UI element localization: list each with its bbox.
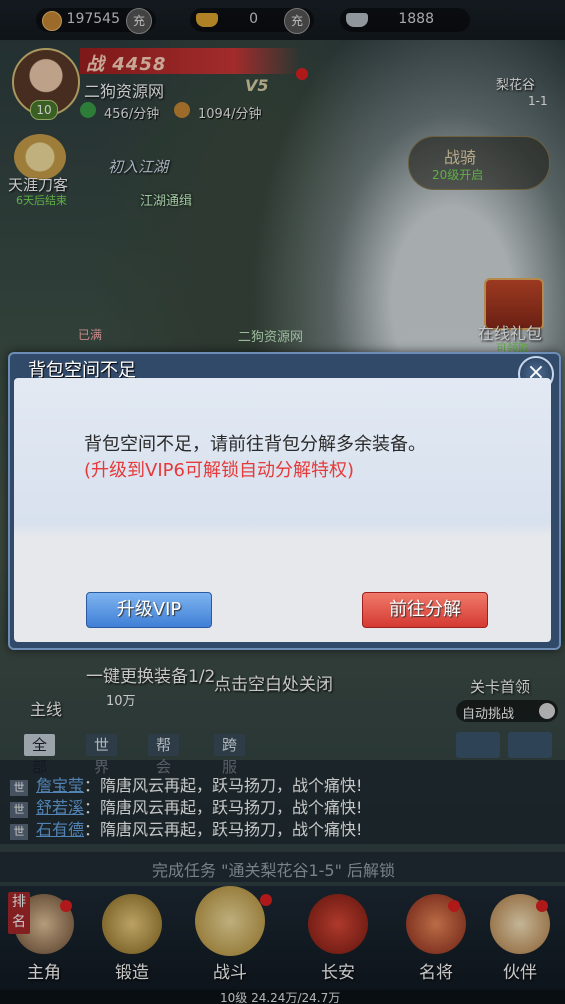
chevron-up-icon[interactable] bbox=[508, 732, 552, 758]
nav-hero-label: 主角 bbox=[27, 963, 61, 983]
recharge-copper-button[interactable]: 充 bbox=[126, 8, 152, 34]
auto-challenge-label: 自动挑战 bbox=[462, 707, 515, 722]
copper-rate-icon bbox=[174, 102, 190, 118]
upgrade-vip-button[interactable]: 升级VIP bbox=[86, 592, 212, 628]
recharge-gold-button[interactable]: 充 bbox=[284, 8, 310, 34]
nav-changan-label: 长安 bbox=[321, 963, 355, 983]
toggle-knob-icon bbox=[539, 703, 555, 719]
map-name: 梨花谷 bbox=[496, 78, 536, 93]
silver-ingot-icon bbox=[346, 13, 368, 27]
experience-bar: 10级 24.24万/24.7万 bbox=[0, 990, 565, 1004]
one-key-equip[interactable]: 一键更换装备1/2 bbox=[86, 662, 215, 687]
unlock-text: 完成任务 "通关梨花谷1-5" 后解锁 bbox=[152, 861, 396, 880]
bag-full-dialog: 背包空间不足 × 背包空间不足，请前往背包分解多余装备。 (升级到VIP6可解锁… bbox=[8, 352, 561, 650]
nav-forge-label: 锻造 bbox=[115, 963, 149, 983]
nav-partners[interactable]: 伙伴 bbox=[476, 886, 564, 986]
chat-message: 世舒若溪：隋唐风云再起，跃马扬刀，战个痛快! bbox=[10, 794, 362, 818]
chat-sender[interactable]: 石有德 bbox=[36, 820, 84, 839]
mount-unlock-level: 20级开启 bbox=[432, 168, 484, 182]
gold-value: 0 bbox=[249, 11, 258, 27]
partners-notification-dot bbox=[536, 900, 548, 912]
dialog-message: 背包空间不足，请前往背包分解多余装备。 bbox=[84, 434, 426, 455]
npc-name: 二狗资源网 bbox=[238, 330, 304, 345]
nav-changan[interactable]: 长安 bbox=[294, 886, 382, 986]
tab-guild[interactable]: 帮会 bbox=[148, 734, 180, 776]
copper-resource: 197545 充 bbox=[36, 8, 156, 34]
combat-power-value: 战 4458 bbox=[86, 54, 167, 75]
stage-boss-button[interactable]: 关卡首领 bbox=[470, 676, 530, 697]
map-stage: 1-1 bbox=[528, 94, 548, 108]
resource-bar: 197545 充 0 充 1888 bbox=[0, 0, 565, 40]
chat-sender[interactable]: 詹宝莹 bbox=[36, 776, 84, 795]
main-quest-label[interactable]: 主线 bbox=[30, 696, 62, 720]
chat-panel[interactable]: 世詹宝莹：隋唐风云再起，跃马扬刀，战个痛快! 世舒若溪：隋唐风云再起，跃马扬刀，… bbox=[0, 760, 565, 844]
channel-badge: 世 bbox=[10, 824, 28, 840]
auto-challenge-toggle[interactable]: 自动挑战 bbox=[456, 700, 558, 722]
nav-generals[interactable]: 名将 bbox=[392, 886, 480, 986]
generals-notification-dot bbox=[448, 900, 460, 912]
mount-title: 战骑 bbox=[444, 148, 477, 167]
chat-text: ：隋唐风云再起，跃马扬刀，战个痛快! bbox=[84, 820, 363, 839]
exp-rate: 456/分钟 bbox=[104, 107, 160, 122]
combat-power: 战 4458 bbox=[80, 48, 300, 75]
dialog-vip-hint: (升级到VIP6可解锁自动分解特权) bbox=[84, 460, 354, 481]
exp-icon bbox=[80, 102, 96, 118]
chat-sender[interactable]: 舒若溪 bbox=[36, 798, 84, 817]
crossed-swords-icon bbox=[195, 886, 265, 956]
bottom-nav: 主角 锻造 战斗 长安 名将 伙伴 bbox=[0, 886, 565, 1004]
silver-value: 1888 bbox=[398, 11, 434, 27]
nav-generals-label: 名将 bbox=[419, 963, 453, 983]
tab-all[interactable]: 全部 bbox=[24, 734, 56, 776]
dialog-body: 背包空间不足，请前往背包分解多余装备。 (升级到VIP6可解锁自动分解特权) 升… bbox=[14, 378, 551, 642]
tab-world[interactable]: 世界 bbox=[86, 734, 118, 776]
vip-notification-dot bbox=[296, 68, 308, 80]
wanderer-event-timer: 6天后结束 bbox=[16, 194, 67, 207]
chat-text: ：隋唐风云再起，跃马扬刀，战个痛快! bbox=[84, 776, 363, 795]
rank-badge[interactable]: 排名 bbox=[8, 892, 30, 934]
close-hint: 点击空白处关闭 bbox=[214, 675, 333, 695]
forge-icon bbox=[102, 894, 162, 954]
silver-resource: 1888 bbox=[340, 8, 470, 32]
palace-icon bbox=[308, 894, 368, 954]
wanted-label: 江湖通缉 bbox=[140, 194, 193, 209]
player-name: 二狗资源网 bbox=[84, 82, 165, 101]
experience-text: 10级 24.24万/24.7万 bbox=[220, 991, 341, 1004]
copper-coin-icon bbox=[42, 11, 62, 31]
game-scene[interactable]: 197545 充 0 充 1888 10 战 4458 二狗资源网 V5 456… bbox=[0, 0, 565, 1004]
nav-forge[interactable]: 锻造 bbox=[88, 886, 176, 986]
tab-cross-server[interactable]: 跨服 bbox=[214, 734, 246, 776]
go-decompose-button[interactable]: 前往分解 bbox=[362, 592, 488, 628]
unlock-notice: 完成任务 "通关梨花谷1-5" 后解锁 bbox=[0, 852, 565, 882]
nav-partners-label: 伙伴 bbox=[503, 963, 537, 983]
battle-notification-dot bbox=[260, 894, 272, 906]
gold-ingot-icon bbox=[196, 13, 218, 27]
gold-resource: 0 充 bbox=[190, 8, 314, 34]
chat-text: ：隋唐风云再起，跃马扬刀，战个痛快! bbox=[84, 798, 363, 817]
quest-banner: 初入江湖 bbox=[108, 158, 169, 176]
chat-message: 世石有德：隋唐风云再起，跃马扬刀，战个痛快! bbox=[10, 816, 362, 840]
nav-battle-label: 战斗 bbox=[213, 963, 247, 983]
copper-rate: 1094/分钟 bbox=[198, 107, 262, 122]
copper-value: 197545 bbox=[66, 11, 120, 27]
vip-badge[interactable]: V5 bbox=[245, 76, 269, 95]
full-label: 已满 bbox=[78, 328, 103, 342]
hero-notification-dot bbox=[60, 900, 72, 912]
one-key-equip-value: 10万 bbox=[106, 694, 136, 709]
player-level: 10 bbox=[30, 100, 58, 120]
chat-message: 世詹宝莹：隋唐风云再起，跃马扬刀，战个痛快! bbox=[10, 772, 362, 796]
friends-icon[interactable] bbox=[456, 732, 500, 758]
